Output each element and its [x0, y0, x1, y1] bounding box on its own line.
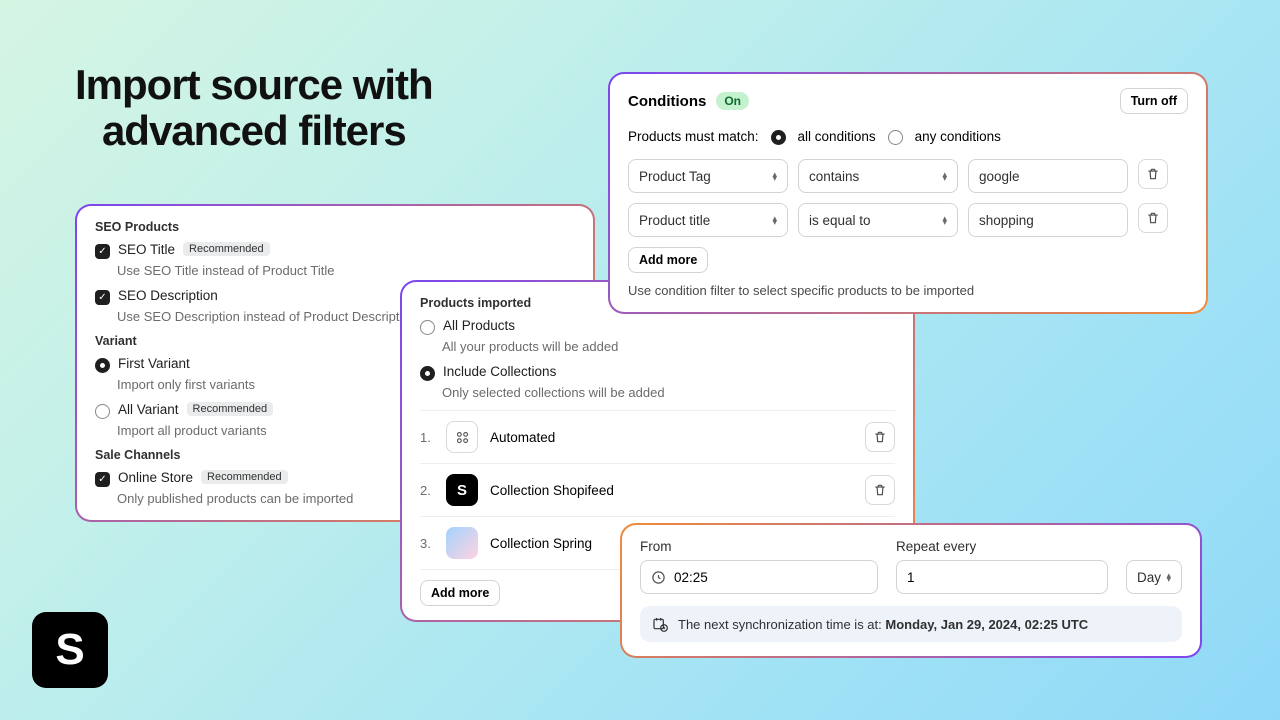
- collection-spring-icon: [446, 527, 478, 559]
- seo-title-checkbox[interactable]: [95, 244, 110, 259]
- calendar-clock-icon: [652, 616, 668, 632]
- rule-field-select[interactable]: Product title ▴▾: [628, 203, 788, 237]
- collection-index: 2.: [420, 483, 434, 498]
- select-chevron-icon: ▴▾: [1166, 573, 1171, 581]
- first-variant-radio[interactable]: [95, 358, 110, 373]
- collection-row: 2. S Collection Shopifeed: [420, 463, 895, 516]
- rule-field-value: Product Tag: [639, 169, 711, 184]
- collection-row: 1. Automated: [420, 410, 895, 463]
- select-chevron-icon: ▴▾: [772, 216, 777, 224]
- match-label: Products must match:: [628, 129, 759, 144]
- app-logo: S: [32, 612, 108, 688]
- conditions-panel: Conditions On Turn off Products must mat…: [608, 72, 1208, 314]
- from-time-input[interactable]: 02:25: [640, 560, 878, 594]
- all-conditions-label: all conditions: [798, 129, 876, 144]
- clock-icon: [651, 570, 666, 585]
- all-conditions-radio[interactable]: [771, 130, 786, 145]
- from-label: From: [640, 539, 878, 554]
- next-sync-alert: The next synchronization time is at: Mon…: [640, 606, 1182, 642]
- collection-auto-icon: [446, 421, 478, 453]
- delete-collection-button[interactable]: [865, 475, 895, 505]
- delete-rule-button[interactable]: [1138, 159, 1168, 189]
- seo-title-recommended-tag: Recommended: [183, 242, 270, 256]
- all-variant-label: All Variant: [118, 402, 179, 417]
- include-collections-radio[interactable]: [420, 366, 435, 381]
- page-heading: Import source with advanced filters: [75, 62, 433, 154]
- all-products-desc: All your products will be added: [442, 339, 895, 354]
- all-variant-recommended-tag: Recommended: [187, 402, 274, 416]
- select-chevron-icon: ▴▾: [942, 172, 947, 180]
- seo-title-desc: Use SEO Title instead of Product Title: [117, 263, 575, 278]
- online-store-recommended-tag: Recommended: [201, 470, 288, 484]
- rule-value-input[interactable]: google: [968, 159, 1128, 193]
- conditions-on-badge: On: [716, 92, 749, 110]
- seo-description-checkbox[interactable]: [95, 290, 110, 305]
- delete-rule-button[interactable]: [1138, 203, 1168, 233]
- rule-value-input[interactable]: shopping: [968, 203, 1128, 237]
- rule-operator-select[interactable]: contains ▴▾: [798, 159, 958, 193]
- heading-line1: Import source with: [75, 62, 433, 108]
- include-collections-desc: Only selected collections will be added: [442, 385, 895, 400]
- select-chevron-icon: ▴▾: [772, 172, 777, 180]
- rule-operator-select[interactable]: is equal to ▴▾: [798, 203, 958, 237]
- online-store-label: Online Store: [118, 470, 193, 485]
- seo-title-label: SEO Title: [118, 242, 175, 257]
- collection-shopifeed-icon: S: [446, 474, 478, 506]
- rule-field-value: Product title: [639, 213, 710, 228]
- add-collection-button[interactable]: Add more: [420, 580, 500, 606]
- all-products-label: All Products: [443, 318, 515, 333]
- repeat-label: Repeat every: [896, 539, 1108, 554]
- conditions-hint: Use condition filter to select specific …: [628, 283, 1188, 298]
- select-chevron-icon: ▴▾: [942, 216, 947, 224]
- alert-time: Monday, Jan 29, 2024, 02:25 UTC: [885, 617, 1088, 632]
- add-rule-button[interactable]: Add more: [628, 247, 708, 273]
- delete-collection-button[interactable]: [865, 422, 895, 452]
- all-products-radio[interactable]: [420, 320, 435, 335]
- all-variant-radio[interactable]: [95, 404, 110, 419]
- seo-products-title: SEO Products: [95, 220, 575, 234]
- collection-name: Automated: [490, 430, 853, 445]
- collection-index: 3.: [420, 536, 434, 551]
- alert-prefix: The next synchronization time is at:: [678, 617, 885, 632]
- any-conditions-radio[interactable]: [888, 130, 903, 145]
- repeat-unit-select[interactable]: Day ▴▾: [1126, 560, 1182, 594]
- any-conditions-label: any conditions: [915, 129, 1001, 144]
- collection-name: Collection Shopifeed: [490, 483, 853, 498]
- heading-line2: advanced filters: [75, 108, 433, 154]
- rule-operator-value: is equal to: [809, 213, 871, 228]
- include-collections-label: Include Collections: [443, 364, 556, 379]
- conditions-title: Conditions: [628, 93, 706, 110]
- online-store-checkbox[interactable]: [95, 472, 110, 487]
- turn-off-button[interactable]: Turn off: [1120, 88, 1188, 114]
- rule-operator-value: contains: [809, 169, 859, 184]
- first-variant-label: First Variant: [118, 356, 190, 371]
- seo-description-label: SEO Description: [118, 288, 218, 303]
- collection-index: 1.: [420, 430, 434, 445]
- repeat-value-input[interactable]: 1: [896, 560, 1108, 594]
- rule-field-select[interactable]: Product Tag ▴▾: [628, 159, 788, 193]
- schedule-panel: From 02:25 Repeat every 1 . Day ▴▾: [620, 523, 1202, 658]
